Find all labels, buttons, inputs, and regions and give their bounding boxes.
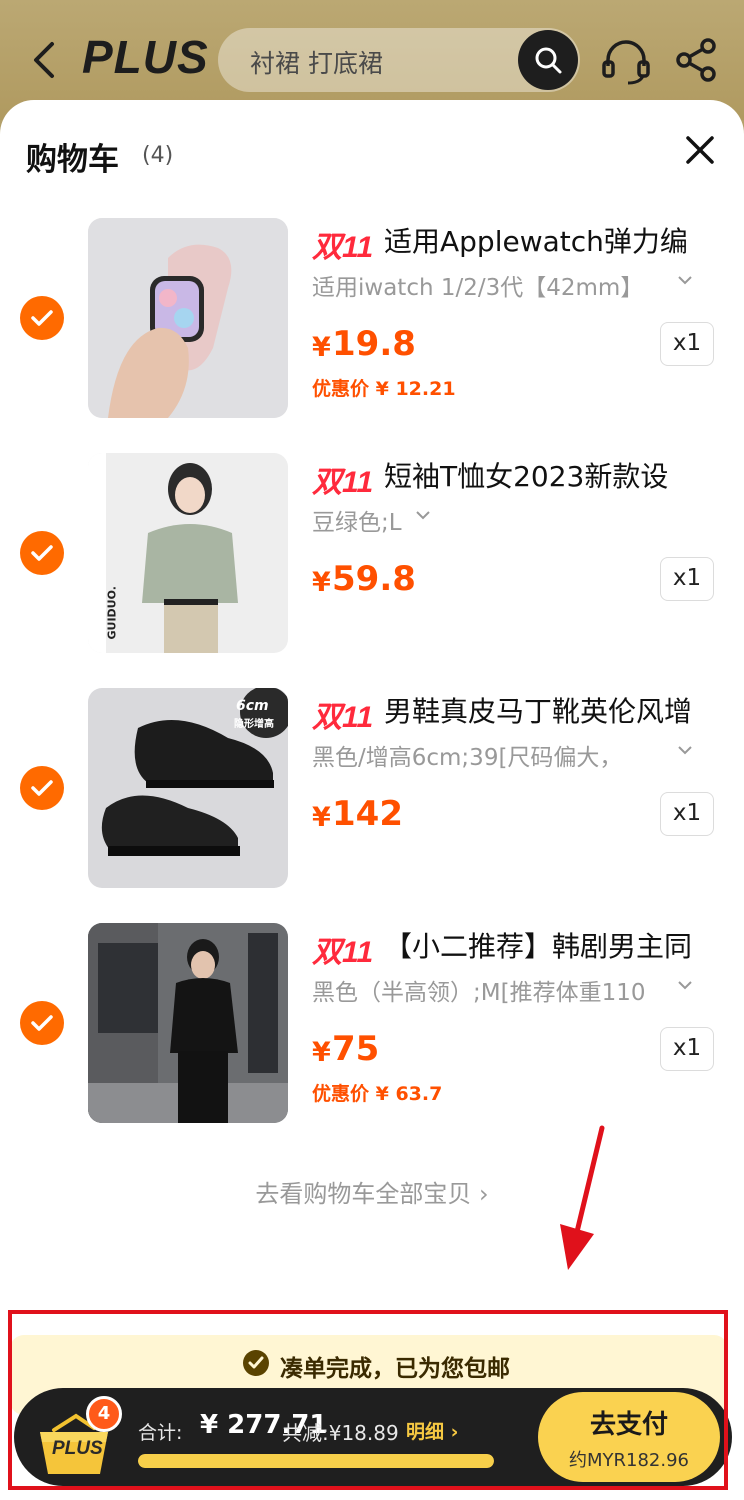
image-badge-text: 6cm bbox=[236, 698, 269, 714]
item-checkbox[interactable] bbox=[20, 1001, 64, 1045]
annotation-highlight-box bbox=[8, 1310, 728, 1490]
product-image[interactable] bbox=[88, 218, 288, 418]
item-price: 75 bbox=[332, 1029, 380, 1069]
item-spec[interactable]: 黑色（半高领）;M[推荐体重110 bbox=[312, 973, 672, 1007]
item-title[interactable]: 短袖T恤女2023新款设 bbox=[384, 455, 724, 495]
price-currency: ¥ bbox=[312, 1037, 331, 1068]
chevron-down-icon[interactable] bbox=[414, 509, 432, 521]
search-button[interactable] bbox=[518, 30, 578, 90]
price-currency: ¥ bbox=[312, 332, 331, 363]
check-icon bbox=[31, 545, 53, 561]
cart-title: 购物车 bbox=[26, 142, 119, 178]
item-price: 19.8 bbox=[332, 324, 416, 364]
discount-price: 优惠价 ¥ 12.21 bbox=[312, 378, 456, 400]
product-image[interactable]: GUIDUO. bbox=[88, 453, 288, 653]
check-icon bbox=[31, 780, 53, 796]
discount-price: 优惠价 ¥ 63.7 bbox=[312, 1083, 443, 1105]
cart-count: (4) bbox=[142, 143, 174, 168]
cart-item[interactable]: 6cm 隐形增高 双11 男鞋真皮马丁靴英伦风增 黑色/增高6cm;39[尺码偏… bbox=[0, 688, 744, 898]
check-icon bbox=[31, 1015, 53, 1031]
product-image[interactable]: 6cm 隐形增高 bbox=[88, 688, 288, 888]
item-spec[interactable]: 豆绿色;L bbox=[312, 503, 422, 537]
quantity-selector[interactable]: x1 bbox=[660, 557, 714, 601]
promo-tag: 双11 bbox=[312, 936, 374, 969]
search-input[interactable]: 衬裙 打底裙 bbox=[250, 44, 383, 80]
price-currency: ¥ bbox=[312, 802, 331, 833]
chevron-down-icon[interactable] bbox=[676, 744, 694, 756]
item-checkbox[interactable] bbox=[20, 296, 64, 340]
image-badge-subtext: 隐形增高 bbox=[234, 719, 274, 730]
item-spec[interactable]: 适用iwatch 1/2/3代【42mm】 bbox=[312, 268, 672, 302]
back-icon bbox=[34, 42, 54, 78]
item-checkbox[interactable] bbox=[20, 766, 64, 810]
check-icon bbox=[31, 310, 53, 326]
search-icon bbox=[535, 47, 562, 74]
promo-tag: 双11 bbox=[312, 466, 374, 499]
cart-item[interactable]: GUIDUO. 双11 短袖T恤女2023新款设 豆绿色;L ¥ 59.8 x1 bbox=[0, 453, 744, 663]
back-button[interactable] bbox=[26, 38, 66, 82]
brand-watermark: GUIDUO. bbox=[105, 586, 119, 640]
product-image[interactable] bbox=[88, 923, 288, 1123]
quantity-selector[interactable]: x1 bbox=[660, 792, 714, 836]
close-icon bbox=[686, 136, 714, 164]
item-price: 59.8 bbox=[332, 559, 416, 599]
brand-logo: PLUS bbox=[82, 31, 209, 83]
item-checkbox[interactable] bbox=[20, 531, 64, 575]
headset-icon bbox=[602, 40, 650, 85]
share-icon bbox=[676, 38, 716, 82]
item-spec[interactable]: 黑色/增高6cm;39[尺码偏大， bbox=[312, 738, 672, 772]
promo-tag: 双11 bbox=[312, 231, 374, 264]
item-title[interactable]: 男鞋真皮马丁靴英伦风增 bbox=[384, 690, 724, 730]
item-title[interactable]: 【小二推荐】韩剧男主同 bbox=[384, 925, 724, 965]
promo-tag: 双11 bbox=[312, 701, 374, 734]
cart-item[interactable]: 双11 适用Applewatch弹力编 适用iwatch 1/2/3代【42mm… bbox=[0, 218, 744, 428]
customer-service-button[interactable] bbox=[600, 36, 652, 86]
share-button[interactable] bbox=[672, 36, 720, 84]
search-bar[interactable]: 衬裙 打底裙 bbox=[218, 28, 580, 92]
chevron-down-icon[interactable] bbox=[676, 979, 694, 991]
item-price: 142 bbox=[332, 794, 403, 834]
item-title[interactable]: 适用Applewatch弹力编 bbox=[384, 220, 724, 260]
chevron-down-icon[interactable] bbox=[676, 274, 694, 286]
quantity-selector[interactable]: x1 bbox=[660, 322, 714, 366]
price-currency: ¥ bbox=[312, 567, 331, 598]
annotation-arrow-icon bbox=[560, 1125, 605, 1270]
cart-sheet: 购物车 (4) 双11 适用Applewatch弹力编 适用iwatch 1/2… bbox=[0, 100, 744, 1500]
cart-item[interactable]: 双11 【小二推荐】韩剧男主同 黑色（半高领）;M[推荐体重110 ¥ 75 优… bbox=[0, 923, 744, 1133]
close-button[interactable] bbox=[684, 134, 716, 166]
see-all-cart-link[interactable]: 去看购物车全部宝贝 › bbox=[0, 1174, 744, 1209]
quantity-selector[interactable]: x1 bbox=[660, 1027, 714, 1071]
